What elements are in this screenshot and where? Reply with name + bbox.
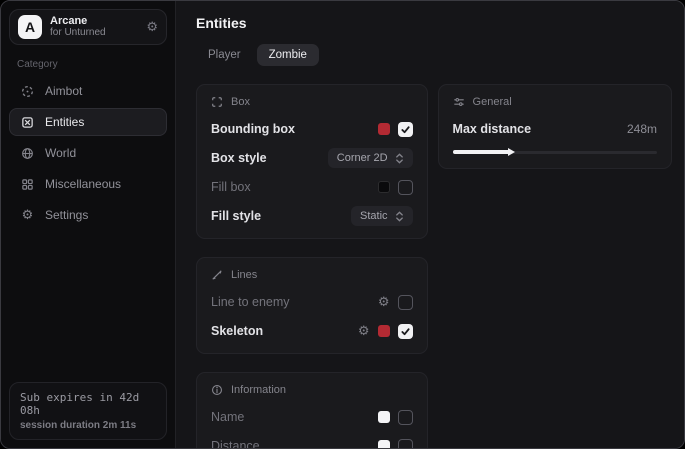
unfold-icon <box>395 211 404 222</box>
sidebar-item-aimbot[interactable]: Aimbot <box>9 77 167 105</box>
setting-row-max-distance: Max distance 248m <box>453 119 657 139</box>
tab-player[interactable]: Player <box>196 44 253 66</box>
setting-label: Name <box>211 410 244 424</box>
app-name: Arcane <box>50 15 106 27</box>
checkbox-checked[interactable] <box>398 122 413 137</box>
sliders-icon <box>453 96 465 108</box>
sidebar-item-world[interactable]: World <box>9 139 167 167</box>
tab-bar: Player Zombie <box>196 44 672 66</box>
general-card-header: General <box>453 94 657 110</box>
category-label: Category <box>17 59 159 70</box>
sidebar: A Arcane for Unturned ⚙ Category Aimbot <box>1 1 176 448</box>
content-area: Box Bounding box Box style <box>196 84 672 448</box>
setting-label: Box style <box>211 151 267 165</box>
color-swatch[interactable] <box>378 411 390 423</box>
setting-row-skeleton: Skeleton ⚙ <box>211 321 413 341</box>
box-card: Box Bounding box Box style <box>196 84 428 239</box>
checkbox-unchecked[interactable] <box>398 295 413 310</box>
checkbox-unchecked[interactable] <box>398 439 413 449</box>
checkbox-unchecked[interactable] <box>398 180 413 195</box>
page-title: Entities <box>196 15 672 31</box>
pencil-line-icon <box>211 269 223 281</box>
setting-label: Fill style <box>211 209 261 223</box>
setting-row-bounding-box: Bounding box <box>211 119 413 139</box>
lines-card-header: Lines <box>211 267 413 283</box>
sidebar-item-miscellaneous[interactable]: Miscellaneous <box>9 170 167 198</box>
slider-fill <box>453 150 510 154</box>
card-title: Information <box>231 384 286 396</box>
setting-row-fill-style: Fill style Static <box>211 206 413 226</box>
fill-style-dropdown[interactable]: Static <box>351 206 413 226</box>
slider-thumb[interactable] <box>508 148 515 156</box>
gear-icon[interactable]: ⚙ <box>358 325 370 338</box>
information-card: Information Name Distance <box>196 372 428 448</box>
sidebar-item-settings[interactable]: ⚙ Settings <box>9 201 167 229</box>
setting-row-distance: Distance <box>211 436 413 448</box>
main-panel: Entities Player Zombie Box <box>176 1 684 448</box>
slider-value: 248m <box>627 122 657 136</box>
color-swatch[interactable] <box>378 325 390 337</box>
checkbox-checked[interactable] <box>398 324 413 339</box>
color-swatch[interactable] <box>378 181 390 193</box>
session-duration-text: session duration 2m 11s <box>20 420 156 431</box>
lines-card: Lines Line to enemy ⚙ Skeleton ⚙ <box>196 257 428 354</box>
setting-label: Line to enemy <box>211 295 290 309</box>
tab-zombie[interactable]: Zombie <box>257 44 319 66</box>
entities-icon <box>20 116 35 129</box>
setting-label: Max distance <box>453 122 532 136</box>
setting-row-line-to-enemy: Line to enemy ⚙ <box>211 292 413 312</box>
setting-label: Distance <box>211 439 260 448</box>
max-distance-slider[interactable] <box>453 148 657 156</box>
grid-icon <box>20 178 35 191</box>
globe-icon <box>20 147 35 160</box>
card-title: Box <box>231 96 250 108</box>
setting-row-fill-box: Fill box <box>211 177 413 197</box>
app-logo: A <box>18 15 42 39</box>
app-subtitle: for Unturned <box>50 27 106 39</box>
dropdown-value: Corner 2D <box>337 152 388 164</box>
info-icon <box>211 384 223 396</box>
setting-label: Skeleton <box>211 324 263 338</box>
sidebar-item-entities[interactable]: Entities <box>9 108 167 136</box>
checkbox-unchecked[interactable] <box>398 410 413 425</box>
card-title: Lines <box>231 269 257 281</box>
setting-row-name: Name <box>211 407 413 427</box>
right-column: General Max distance 248m <box>438 84 672 169</box>
setting-row-box-style: Box style Corner 2D <box>211 148 413 168</box>
setting-label: Fill box <box>211 180 251 194</box>
subscription-card: Sub expires in 42d 08h session duration … <box>9 382 167 440</box>
gear-icon[interactable]: ⚙ <box>378 296 390 309</box>
gear-icon: ⚙ <box>20 209 35 222</box>
logo-card: A Arcane for Unturned ⚙ <box>9 9 167 45</box>
sidebar-item-label: Aimbot <box>45 84 82 98</box>
corner-brackets-icon <box>211 96 223 108</box>
left-column: Box Bounding box Box style <box>196 84 428 448</box>
information-card-header: Information <box>211 382 413 398</box>
box-style-dropdown[interactable]: Corner 2D <box>328 148 413 168</box>
sidebar-item-label: Entities <box>45 115 84 129</box>
gear-icon[interactable]: ⚙ <box>146 20 158 35</box>
general-card: General Max distance 248m <box>438 84 672 169</box>
logo-text: Arcane for Unturned <box>50 15 106 39</box>
card-title: General <box>473 96 512 108</box>
color-swatch[interactable] <box>378 440 390 448</box>
crosshair-icon <box>20 85 35 98</box>
app-window: A Arcane for Unturned ⚙ Category Aimbot <box>0 0 685 449</box>
sidebar-item-label: Settings <box>45 208 88 222</box>
sidebar-item-label: World <box>45 146 76 160</box>
setting-label: Bounding box <box>211 122 295 136</box>
unfold-icon <box>395 153 404 164</box>
box-card-header: Box <box>211 94 413 110</box>
sub-expiry-text: Sub expires in 42d 08h <box>20 391 156 417</box>
sidebar-nav: Aimbot Entities World <box>9 76 167 230</box>
color-swatch[interactable] <box>378 123 390 135</box>
sidebar-item-label: Miscellaneous <box>45 177 121 191</box>
dropdown-value: Static <box>360 210 388 222</box>
